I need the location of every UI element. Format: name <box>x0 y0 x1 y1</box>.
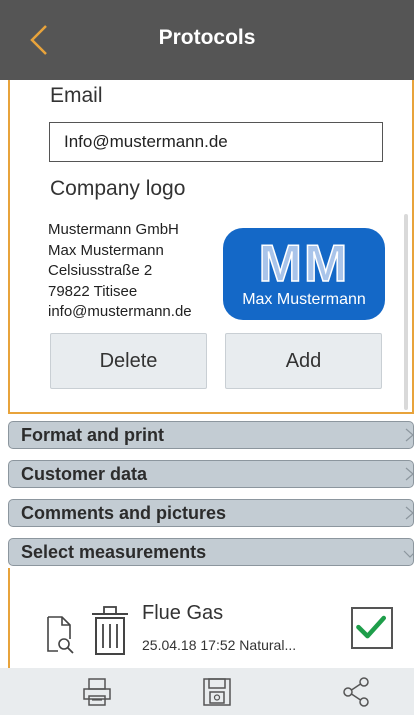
address-line: 79822 Titisee <box>48 282 138 300</box>
section-comments-and-pictures[interactable]: Comments and pictures <box>8 499 414 527</box>
address-line: Celsiusstraße 2 <box>48 262 153 280</box>
section-format-and-print[interactable]: Format and print <box>8 421 414 449</box>
section-label: Customer data <box>21 464 148 484</box>
chevron-right-icon <box>405 428 414 442</box>
printer-icon[interactable] <box>81 676 113 708</box>
section-label: Select measurements <box>21 542 207 562</box>
bottom-toolbar <box>0 668 414 715</box>
panel-border <box>8 568 10 668</box>
measurement-details: 25.04.18 17:52 Natural... <box>142 637 297 653</box>
checkmark-icon <box>356 615 387 639</box>
address-line: Max Mustermann <box>48 241 164 259</box>
logo-name: Max Mustermann <box>242 291 366 308</box>
page-title: Protocols <box>158 26 256 49</box>
chevron-down-icon <box>403 550 414 558</box>
trash-icon[interactable] <box>90 604 130 656</box>
section-customer-data[interactable]: Customer data <box>8 460 414 488</box>
measurement-checkbox[interactable] <box>351 607 393 649</box>
company-address: Mustermann GmbH Max Mustermann Celsiusst… <box>48 220 192 323</box>
share-icon[interactable] <box>340 676 372 708</box>
address-line: info@mustermann.de <box>48 303 192 321</box>
section-select-measurements[interactable]: Select measurements <box>8 538 414 566</box>
header-bar: Protocols <box>0 0 414 80</box>
address-line: Mustermann GmbH <box>48 221 179 238</box>
logo-initials: MM <box>258 234 350 294</box>
document-preview-icon[interactable] <box>44 615 78 655</box>
measurement-title: Flue Gas <box>142 602 224 624</box>
section-label: Format and print <box>21 425 164 445</box>
add-logo-button[interactable]: Add <box>225 333 382 389</box>
email-field[interactable] <box>49 122 383 162</box>
chevron-right-icon <box>405 467 414 481</box>
email-label: Email <box>50 84 103 107</box>
company-logo: MM Max Mustermann <box>223 228 385 320</box>
scrollbar[interactable] <box>404 214 408 410</box>
chevron-right-icon <box>405 506 414 520</box>
delete-logo-button[interactable]: Delete <box>50 333 207 389</box>
save-icon[interactable] <box>201 676 233 708</box>
section-label: Comments and pictures <box>21 503 227 523</box>
company-logo-label: Company logo <box>50 177 186 200</box>
